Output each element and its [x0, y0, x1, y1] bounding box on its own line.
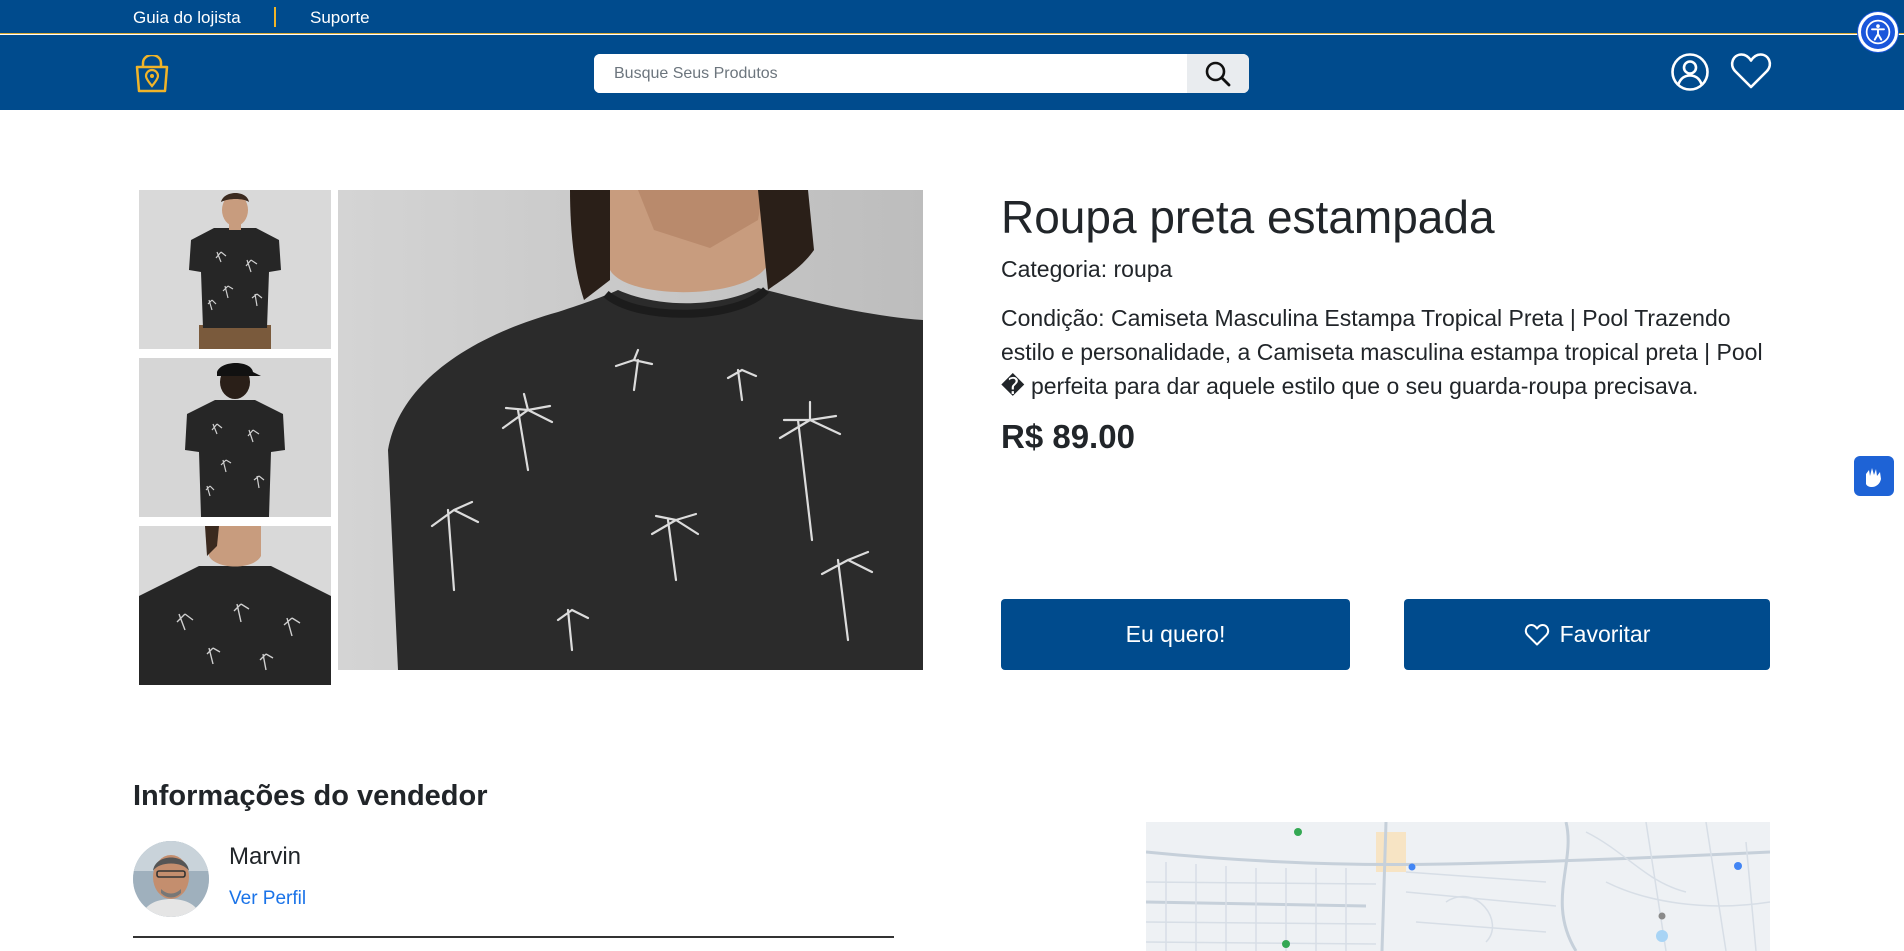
topbar-separator: [274, 7, 276, 27]
shopping-bag-location-icon[interactable]: [134, 53, 170, 93]
search-icon: [1205, 61, 1231, 86]
product-description: Condição: Camiseta Masculina Estampa Tro…: [1001, 305, 1763, 399]
sign-language-button[interactable]: [1854, 456, 1894, 496]
product-title: Roupa preta estampada: [1001, 191, 1495, 243]
seller-location-map[interactable]: [1146, 822, 1770, 951]
seller-section-heading: Informações do vendedor: [133, 780, 488, 812]
seller-name: Marvin: [229, 843, 302, 870]
product-thumbnail[interactable]: [139, 526, 331, 685]
support-link[interactable]: Suporte: [310, 8, 370, 28]
heart-icon: [1524, 623, 1549, 645]
favorite-button-label: Favoritar: [1559, 621, 1651, 647]
product-category: Categoria: roupa: [1001, 256, 1173, 282]
search-input[interactable]: [594, 54, 1188, 93]
heart-icon[interactable]: [1730, 52, 1772, 90]
buy-button[interactable]: Eu quero!: [1001, 599, 1350, 670]
accessibility-button[interactable]: [1858, 12, 1898, 52]
favorite-button[interactable]: Favoritar: [1404, 599, 1770, 670]
accessibility-icon: [1865, 19, 1891, 45]
seller-avatar: [133, 841, 209, 917]
seller-profile-link[interactable]: Ver Perfil: [229, 888, 306, 910]
search-bar: [594, 54, 1249, 93]
product-main-image[interactable]: [338, 190, 923, 670]
user-circle-icon[interactable]: [1670, 52, 1710, 92]
guide-link[interactable]: Guia do lojista: [133, 8, 241, 28]
buy-button-label: Eu quero!: [1125, 621, 1226, 647]
header: [0, 35, 1904, 110]
top-bar: Guia do lojista Suporte: [0, 0, 1904, 34]
divider: [133, 936, 894, 938]
product-price: R$ 89.00: [1001, 418, 1135, 455]
product-thumbnail[interactable]: [139, 190, 331, 349]
search-button[interactable]: [1187, 54, 1249, 93]
product-thumbnail[interactable]: [139, 358, 331, 517]
sign-language-icon: [1866, 468, 1881, 487]
